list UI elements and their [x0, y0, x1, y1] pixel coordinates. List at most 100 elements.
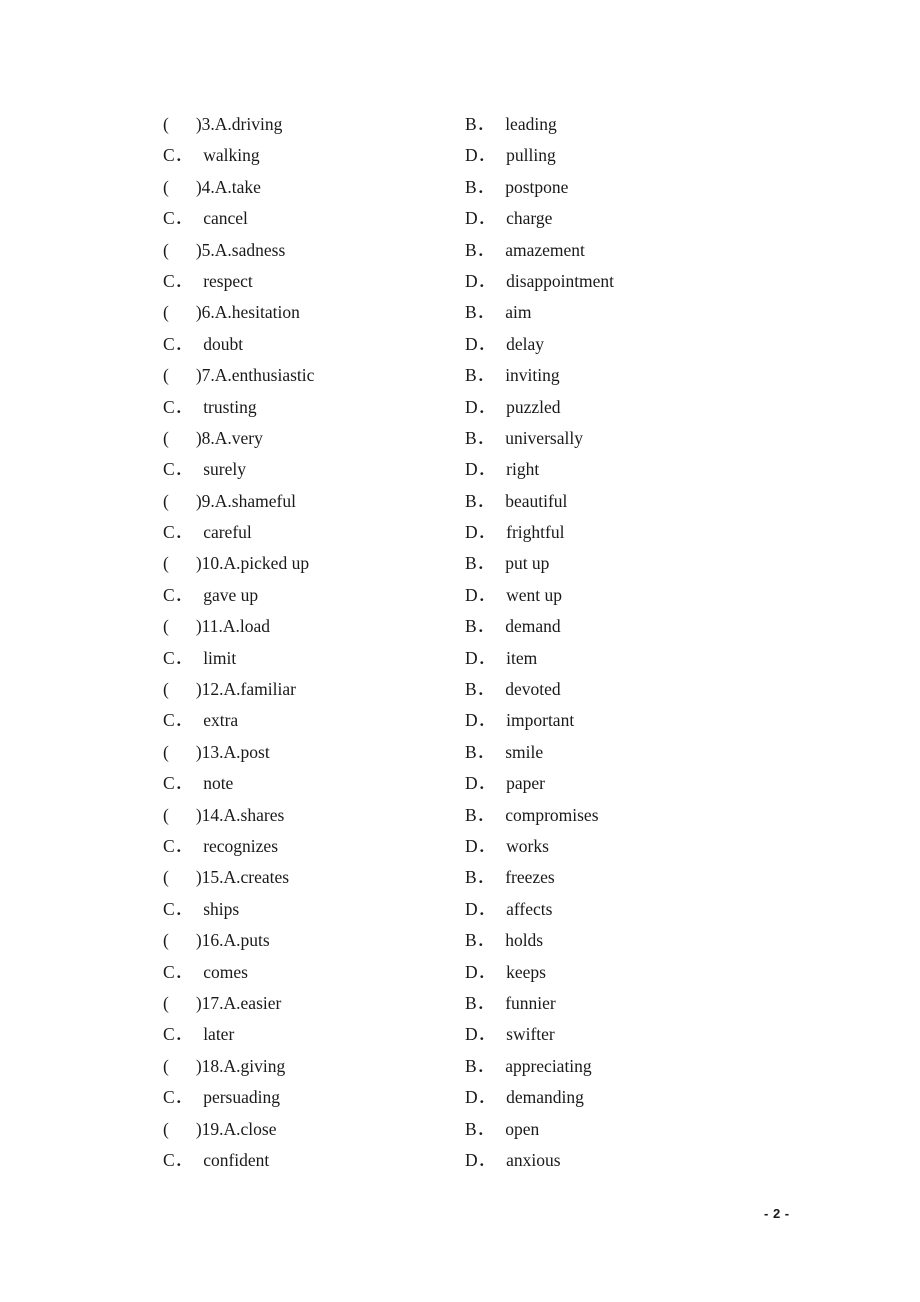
answer-blank-and-option-a[interactable]: ()4.A.take — [163, 172, 261, 203]
option-c-text[interactable]: doubt — [203, 329, 243, 360]
option-c[interactable]: C． note — [163, 768, 233, 799]
option-b[interactable]: B． demand — [465, 611, 561, 642]
option-b[interactable]: B． compromises — [465, 800, 599, 831]
option-d[interactable]: D． affects — [465, 894, 552, 925]
answer-blank-and-option-a[interactable]: ()5.A.sadness — [163, 235, 285, 266]
option-b[interactable]: B． postpone — [465, 172, 568, 203]
answer-blank-and-option-a[interactable]: ()9.A.shameful — [163, 486, 296, 517]
option-d-text[interactable]: pulling — [506, 140, 556, 171]
answer-blank-and-option-a[interactable]: ()14.A.shares — [163, 800, 284, 831]
option-b-text[interactable]: postpone — [505, 172, 568, 203]
option-c-text[interactable]: persuading — [203, 1082, 280, 1113]
option-c[interactable]: C． limit — [163, 643, 236, 674]
option-b[interactable]: B． leading — [465, 109, 557, 140]
option-c[interactable]: C． persuading — [163, 1082, 280, 1113]
option-a-stem[interactable]: )4.A.take — [196, 172, 261, 203]
option-a-stem[interactable]: )9.A.shameful — [196, 486, 296, 517]
option-a-stem[interactable]: )13.A.post — [196, 737, 270, 768]
option-b-text[interactable]: freezes — [505, 862, 555, 893]
option-b[interactable]: B． smile — [465, 737, 543, 768]
option-d-text[interactable]: disappointment — [506, 266, 614, 297]
option-c[interactable]: C． comes — [163, 957, 248, 988]
option-c[interactable]: C． confident — [163, 1145, 269, 1176]
option-a-stem[interactable]: )8.A.very — [196, 423, 263, 454]
option-a-stem[interactable]: )6.A.hesitation — [196, 297, 300, 328]
option-d-text[interactable]: charge — [506, 203, 552, 234]
option-b[interactable]: B． amazement — [465, 235, 585, 266]
answer-blank-and-option-a[interactable]: ()3.A.driving — [163, 109, 282, 140]
option-c[interactable]: C． doubt — [163, 329, 243, 360]
option-a-stem[interactable]: )5.A.sadness — [196, 235, 285, 266]
option-b-text[interactable]: smile — [505, 737, 543, 768]
option-c-text[interactable]: recognizes — [203, 831, 278, 862]
option-b[interactable]: B． universally — [465, 423, 583, 454]
option-a-stem[interactable]: )10.A.picked up — [196, 548, 309, 579]
option-d-text[interactable]: demanding — [506, 1082, 584, 1113]
option-c-text[interactable]: extra — [203, 705, 238, 736]
option-a-stem[interactable]: )7.A.enthusiastic — [196, 360, 315, 391]
option-b[interactable]: B． freezes — [465, 862, 555, 893]
answer-blank-and-option-a[interactable]: ()11.A.load — [163, 611, 270, 642]
option-a-stem[interactable]: )18.A.giving — [196, 1051, 285, 1082]
option-b[interactable]: B． devoted — [465, 674, 561, 705]
option-c-text[interactable]: comes — [203, 957, 248, 988]
option-d[interactable]: D． keeps — [465, 957, 546, 988]
option-c-text[interactable]: ships — [203, 894, 239, 925]
option-c[interactable]: C． careful — [163, 517, 252, 548]
option-c[interactable]: C． respect — [163, 266, 253, 297]
option-b-text[interactable]: funnier — [505, 988, 556, 1019]
option-a-stem[interactable]: )3.A.driving — [196, 109, 283, 140]
option-d[interactable]: D． paper — [465, 768, 545, 799]
option-d-text[interactable]: affects — [506, 894, 552, 925]
answer-blank-and-option-a[interactable]: ()7.A.enthusiastic — [163, 360, 314, 391]
option-d-text[interactable]: right — [506, 454, 539, 485]
option-b[interactable]: B． open — [465, 1114, 539, 1145]
answer-blank-and-option-a[interactable]: ()18.A.giving — [163, 1051, 285, 1082]
option-d-text[interactable]: paper — [506, 768, 545, 799]
option-b-text[interactable]: compromises — [505, 800, 598, 831]
option-d[interactable]: D． went up — [465, 580, 562, 611]
answer-blank-and-option-a[interactable]: ()16.A.puts — [163, 925, 270, 956]
option-d[interactable]: D． pulling — [465, 140, 556, 171]
option-b-text[interactable]: put up — [505, 548, 549, 579]
option-d[interactable]: D． right — [465, 454, 539, 485]
option-a-stem[interactable]: )17.A.easier — [196, 988, 282, 1019]
option-c-text[interactable]: careful — [203, 517, 252, 548]
option-a-stem[interactable]: )11.A.load — [196, 611, 270, 642]
option-c[interactable]: C． trusting — [163, 392, 257, 423]
option-d-text[interactable]: keeps — [506, 957, 546, 988]
option-d[interactable]: D． disappointment — [465, 266, 614, 297]
option-d[interactable]: D． works — [465, 831, 549, 862]
option-a-stem[interactable]: )19.A.close — [196, 1114, 277, 1145]
option-c-text[interactable]: trusting — [203, 392, 256, 423]
option-b[interactable]: B． funnier — [465, 988, 556, 1019]
option-d[interactable]: D． charge — [465, 203, 552, 234]
option-c[interactable]: C． ships — [163, 894, 239, 925]
option-a-stem[interactable]: )14.A.shares — [196, 800, 284, 831]
answer-blank-and-option-a[interactable]: ()8.A.very — [163, 423, 263, 454]
answer-blank-and-option-a[interactable]: ()13.A.post — [163, 737, 270, 768]
answer-blank-and-option-a[interactable]: ()15.A.creates — [163, 862, 289, 893]
option-c[interactable]: C． cancel — [163, 203, 248, 234]
option-c-text[interactable]: surely — [203, 454, 246, 485]
option-c[interactable]: C． later — [163, 1019, 234, 1050]
option-b[interactable]: B． holds — [465, 925, 543, 956]
option-c-text[interactable]: gave up — [203, 580, 258, 611]
option-d-text[interactable]: went up — [506, 580, 562, 611]
option-d-text[interactable]: important — [506, 705, 574, 736]
option-d[interactable]: D． demanding — [465, 1082, 584, 1113]
answer-blank-and-option-a[interactable]: ()10.A.picked up — [163, 548, 309, 579]
option-b-text[interactable]: leading — [505, 109, 557, 140]
option-b[interactable]: B． inviting — [465, 360, 560, 391]
option-b-text[interactable]: aim — [505, 297, 531, 328]
option-d-text[interactable]: delay — [506, 329, 544, 360]
option-c-text[interactable]: confident — [203, 1145, 269, 1176]
option-d[interactable]: D． important — [465, 705, 574, 736]
option-d-text[interactable]: swifter — [506, 1019, 555, 1050]
option-c-text[interactable]: limit — [203, 643, 236, 674]
option-d[interactable]: D． item — [465, 643, 537, 674]
answer-blank-and-option-a[interactable]: ()19.A.close — [163, 1114, 277, 1145]
option-a-stem[interactable]: )16.A.puts — [196, 925, 270, 956]
option-b-text[interactable]: open — [505, 1114, 539, 1145]
option-b[interactable]: B． appreciating — [465, 1051, 592, 1082]
